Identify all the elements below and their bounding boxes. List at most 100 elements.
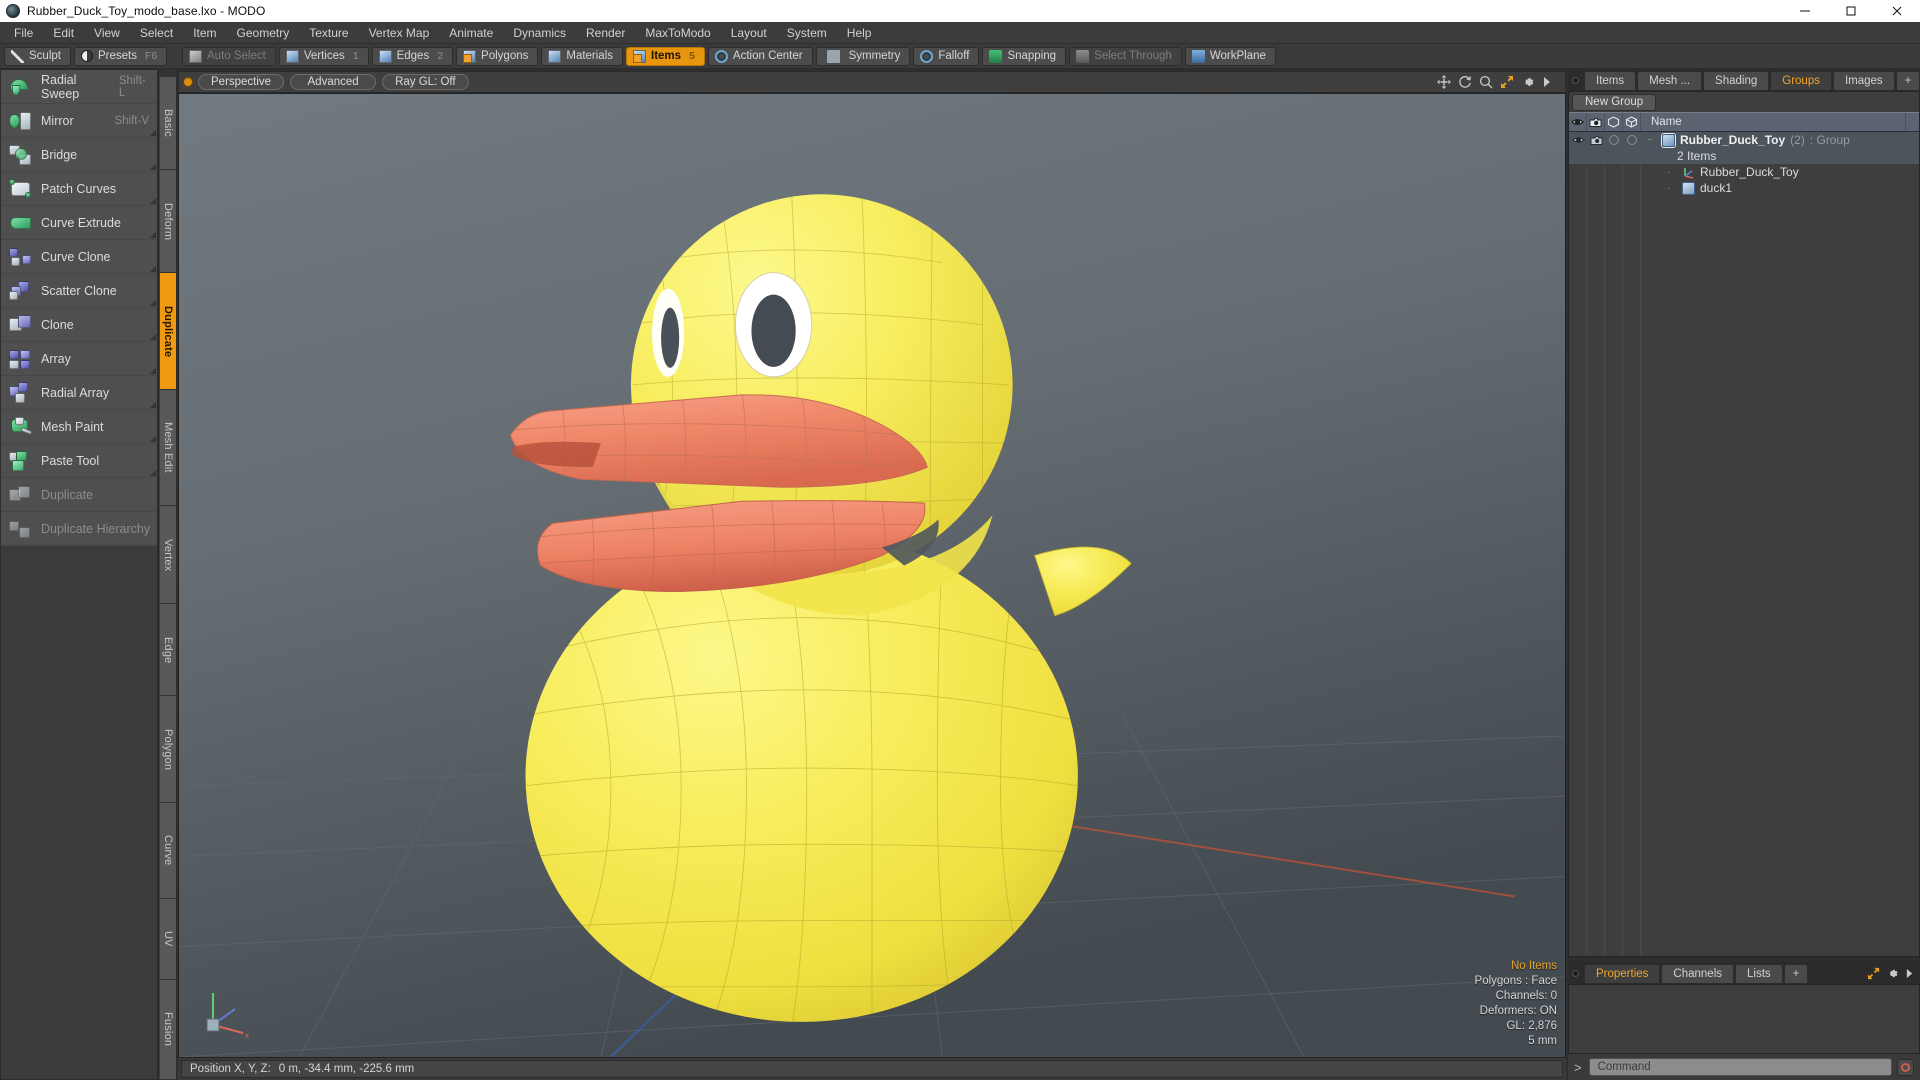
viewport-3d-canvas[interactable]: No Items Polygons : Face Channels: 0 Def… xyxy=(178,93,1566,1058)
modebar-vertices[interactable]: Vertices 1 xyxy=(278,46,369,66)
tab-groups[interactable]: Groups xyxy=(1770,70,1832,90)
modebar-materials[interactable]: Materials xyxy=(541,46,624,66)
tool-options-corner-icon[interactable] xyxy=(150,130,156,136)
menu-texture[interactable]: Texture xyxy=(299,23,358,43)
row-visibility-toggle[interactable] xyxy=(1569,135,1587,145)
tool-scatter-clone[interactable]: Scatter Clone xyxy=(1,274,157,308)
gear-icon[interactable] xyxy=(1521,75,1535,89)
tab-images[interactable]: Images xyxy=(1832,70,1895,90)
tab-add[interactable]: + xyxy=(1895,70,1920,90)
tab-lists[interactable]: Lists xyxy=(1735,963,1783,983)
tree-row[interactable]: · Rubber_Duck_Toy xyxy=(1569,164,1919,180)
tree-row[interactable]: · duck1 xyxy=(1569,180,1919,196)
tool-curve-extrude[interactable]: Curve Extrude xyxy=(1,206,157,240)
menu-help[interactable]: Help xyxy=(837,23,882,43)
tool-array[interactable]: Array xyxy=(1,342,157,376)
modebar-polygons[interactable]: Polygons xyxy=(456,46,539,66)
panel-menu-dot-icon[interactable] xyxy=(1572,76,1579,84)
modebar-falloff[interactable]: Falloff xyxy=(913,46,980,66)
tool-options-corner-icon[interactable] xyxy=(150,266,156,272)
vtab-deform[interactable]: Deform xyxy=(159,170,176,274)
vtab-polygon[interactable]: Polygon xyxy=(159,696,176,804)
tool-clone[interactable]: Clone xyxy=(1,308,157,342)
tab-mesh-[interactable]: Mesh ... xyxy=(1637,70,1703,90)
expand-toggle-icon[interactable]: − xyxy=(1647,135,1657,146)
menu-render[interactable]: Render xyxy=(576,23,635,43)
modebar-action-center[interactable]: Action Center xyxy=(707,46,813,66)
minimize-icon[interactable] xyxy=(1782,0,1828,22)
vtab-fusion[interactable]: Fusion xyxy=(159,980,176,1080)
tree-row[interactable]: − Rubber_Duck_Toy (2): Group xyxy=(1569,132,1919,148)
tab-shading[interactable]: Shading xyxy=(1703,70,1770,90)
viewport-view-mode-button[interactable]: Perspective xyxy=(198,74,285,90)
modebar-workplane[interactable]: WorkPlane xyxy=(1184,46,1276,66)
rotate-icon[interactable] xyxy=(1458,75,1472,89)
vtab-edge[interactable]: Edge xyxy=(159,604,176,697)
tool-curve-clone[interactable]: Curve Clone xyxy=(1,240,157,274)
vtab-uv[interactable]: UV xyxy=(159,898,176,981)
tool-options-corner-icon[interactable] xyxy=(150,470,156,476)
maximize-panel-icon[interactable] xyxy=(1867,967,1880,980)
menu-dynamics[interactable]: Dynamics xyxy=(503,23,576,43)
viewport-raygl-button[interactable]: Ray GL: Off xyxy=(382,74,469,90)
menu-view[interactable]: View xyxy=(84,23,130,43)
vtab-mesh-edit[interactable]: Mesh Edit xyxy=(159,390,176,507)
vtab-vertex[interactable]: Vertex xyxy=(159,506,176,605)
eye-icon[interactable] xyxy=(1569,113,1587,131)
tool-options-corner-icon[interactable] xyxy=(150,300,156,306)
chevron-right-icon[interactable] xyxy=(1542,75,1556,89)
tab-add[interactable]: + xyxy=(1783,963,1809,983)
tool-options-corner-icon[interactable] xyxy=(150,368,156,374)
menu-system[interactable]: System xyxy=(777,23,837,43)
panel-menu-dot-icon[interactable] xyxy=(1572,969,1579,977)
maximize-viewport-icon[interactable] xyxy=(1500,75,1514,89)
vtab-basic[interactable]: Basic xyxy=(159,77,176,171)
menu-edit[interactable]: Edit xyxy=(43,23,84,43)
tool-paste-tool[interactable]: Paste Tool xyxy=(1,444,157,478)
row-render-toggle[interactable] xyxy=(1587,135,1605,146)
menu-file[interactable]: File xyxy=(4,23,43,43)
zoom-icon[interactable] xyxy=(1479,75,1493,89)
tab-presets[interactable]: Presets F6 xyxy=(73,46,168,66)
menu-maxtomodo[interactable]: MaxToModo xyxy=(635,23,720,43)
tool-options-corner-icon[interactable] xyxy=(150,334,156,340)
gear-icon[interactable] xyxy=(1886,967,1899,980)
modebar-items[interactable]: Items 5 xyxy=(626,46,705,66)
vtab-duplicate[interactable]: Duplicate xyxy=(159,273,176,391)
tab-channels[interactable]: Channels xyxy=(1661,963,1735,983)
tab-items[interactable]: Items xyxy=(1584,70,1637,90)
tab-sculpt[interactable]: Sculpt xyxy=(4,46,71,66)
row-lock-toggle[interactable] xyxy=(1605,135,1623,145)
menu-layout[interactable]: Layout xyxy=(721,23,777,43)
tool-radial-sweep[interactable]: Radial Sweep Shift-L xyxy=(1,70,157,104)
menu-animate[interactable]: Animate xyxy=(439,23,503,43)
modebar-auto-select[interactable]: Auto Select xyxy=(182,46,276,66)
move-icon[interactable] xyxy=(1437,75,1451,89)
tool-patch-curves[interactable]: Patch Curves xyxy=(1,172,157,206)
modebar-select-through[interactable]: Select Through xyxy=(1069,46,1182,66)
viewport-shading-button[interactable]: Advanced xyxy=(290,74,377,90)
tool-options-corner-icon[interactable] xyxy=(150,402,156,408)
modebar-snapping[interactable]: Snapping xyxy=(982,46,1067,66)
maximize-icon[interactable] xyxy=(1828,0,1874,22)
tab-properties[interactable]: Properties xyxy=(1584,963,1661,983)
modebar-symmetry[interactable]: Symmetry xyxy=(815,46,911,66)
menu-vertex-map[interactable]: Vertex Map xyxy=(359,23,440,43)
menu-geometry[interactable]: Geometry xyxy=(227,23,300,43)
modebar-edges[interactable]: Edges 2 xyxy=(371,46,454,66)
tool-radial-array[interactable]: Radial Array xyxy=(1,376,157,410)
command-input[interactable]: Command xyxy=(1588,1058,1892,1076)
tool-bridge[interactable]: Bridge xyxy=(1,138,157,172)
group-tree[interactable]: − Rubber_Duck_Toy (2): Group 2 Items · Rubber… xyxy=(1569,132,1919,956)
tool-options-corner-icon[interactable] xyxy=(150,198,156,204)
chevron-right-icon[interactable] xyxy=(1905,967,1914,980)
tool-options-corner-icon[interactable] xyxy=(150,232,156,238)
render-icon[interactable] xyxy=(1587,113,1605,131)
tool-mesh-paint[interactable]: Mesh Paint xyxy=(1,410,157,444)
vtab-curve[interactable]: Curve xyxy=(159,803,176,899)
tool-options-corner-icon[interactable] xyxy=(150,164,156,170)
row-select-toggle[interactable] xyxy=(1623,135,1641,145)
close-icon[interactable] xyxy=(1874,0,1920,22)
lock-icon[interactable] xyxy=(1605,113,1623,131)
record-icon[interactable] xyxy=(1897,1058,1914,1076)
